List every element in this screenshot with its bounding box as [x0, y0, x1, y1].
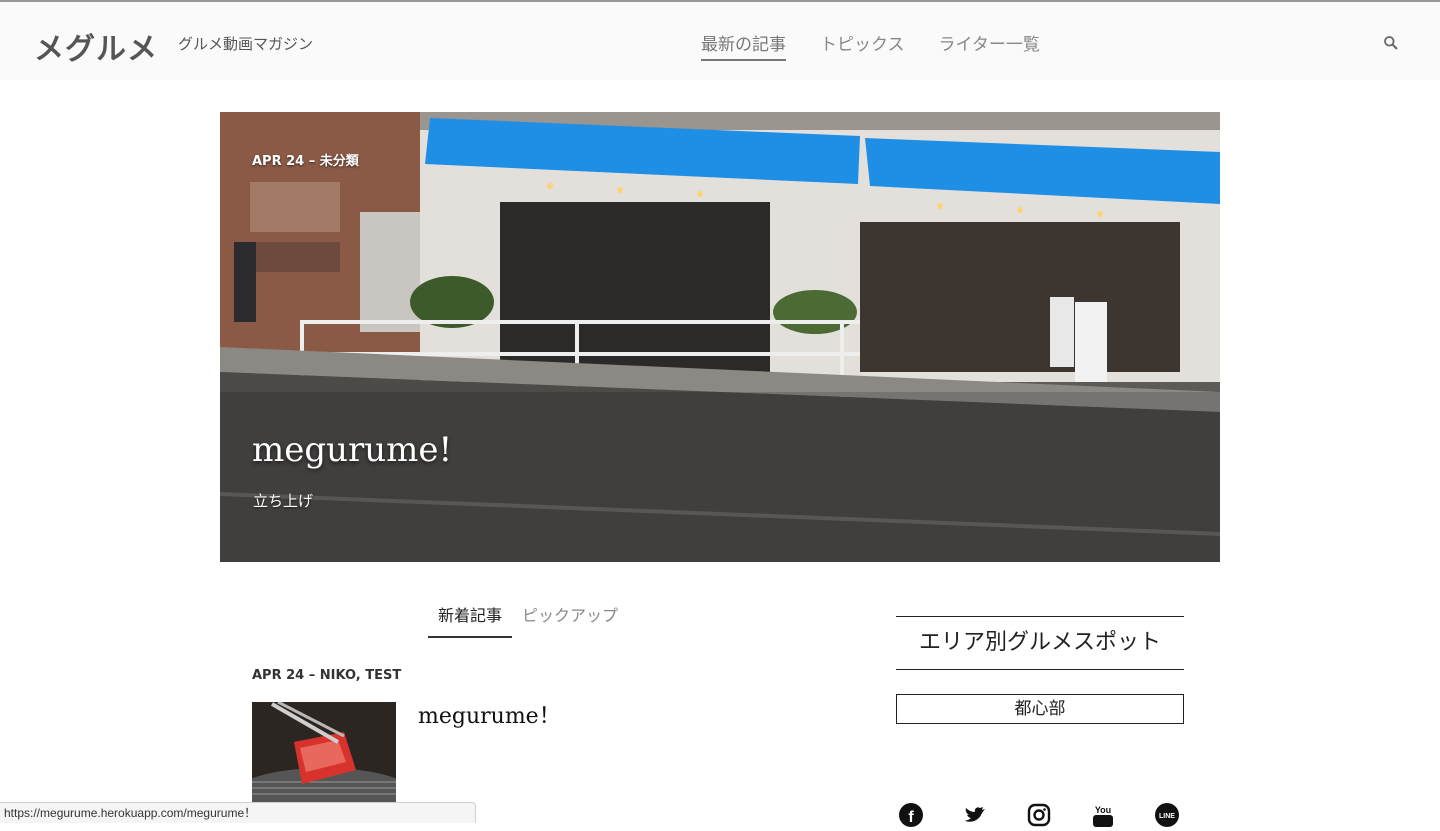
nav-writers[interactable]: ライター一覧: [939, 30, 1040, 61]
svg-text:LINE: LINE: [1159, 813, 1175, 820]
svg-text:f: f: [908, 809, 914, 826]
yakiniku-image: [252, 702, 396, 802]
area-button-toshinbu[interactable]: 都心部: [896, 694, 1184, 724]
svg-text:You: You: [1095, 805, 1111, 815]
site-logo[interactable]: メグルメ: [34, 24, 158, 68]
nav-latest-articles[interactable]: 最新の記事: [701, 30, 786, 61]
facebook-icon[interactable]: f: [899, 803, 923, 827]
hero-meta: APR 24 – 未分類: [252, 154, 359, 169]
hero-subtitle: 立ち上げ: [253, 492, 314, 510]
twitter-icon[interactable]: [963, 803, 987, 827]
hero-title[interactable]: megurume!: [252, 430, 452, 470]
site-header: メグルメ グルメ動画マガジン 最新の記事 トピックス ライター一覧: [0, 2, 1440, 80]
nav-topics[interactable]: トピックス: [820, 30, 905, 61]
main-nav: 最新の記事 トピックス ライター一覧: [701, 30, 1040, 61]
youtube-icon[interactable]: You: [1091, 803, 1115, 827]
hero-image: [220, 112, 1220, 562]
line-icon[interactable]: LINE: [1155, 803, 1179, 827]
social-links: f You LINE: [899, 803, 1179, 827]
tab-new-articles[interactable]: 新着記事: [428, 598, 513, 638]
site-tagline: グルメ動画マガジン: [178, 35, 314, 53]
instagram-icon[interactable]: [1027, 803, 1051, 827]
search-icon[interactable]: [1383, 35, 1399, 51]
browser-status-url: https://megurume.herokuapp.com/megurume！: [0, 802, 476, 823]
tab-pickup[interactable]: ピックアップ: [512, 598, 628, 638]
area-gourmet-heading: エリア別グルメスポット: [896, 616, 1184, 670]
article-tabs: 新着記事 ピックアップ: [428, 598, 628, 638]
article-meta: APR 24 – NIKO, TEST: [252, 668, 402, 683]
article-thumbnail[interactable]: [252, 702, 396, 802]
article-title[interactable]: megurume！: [418, 698, 561, 730]
hero-banner[interactable]: APR 24 – 未分類 megurume! 立ち上げ: [220, 112, 1220, 562]
